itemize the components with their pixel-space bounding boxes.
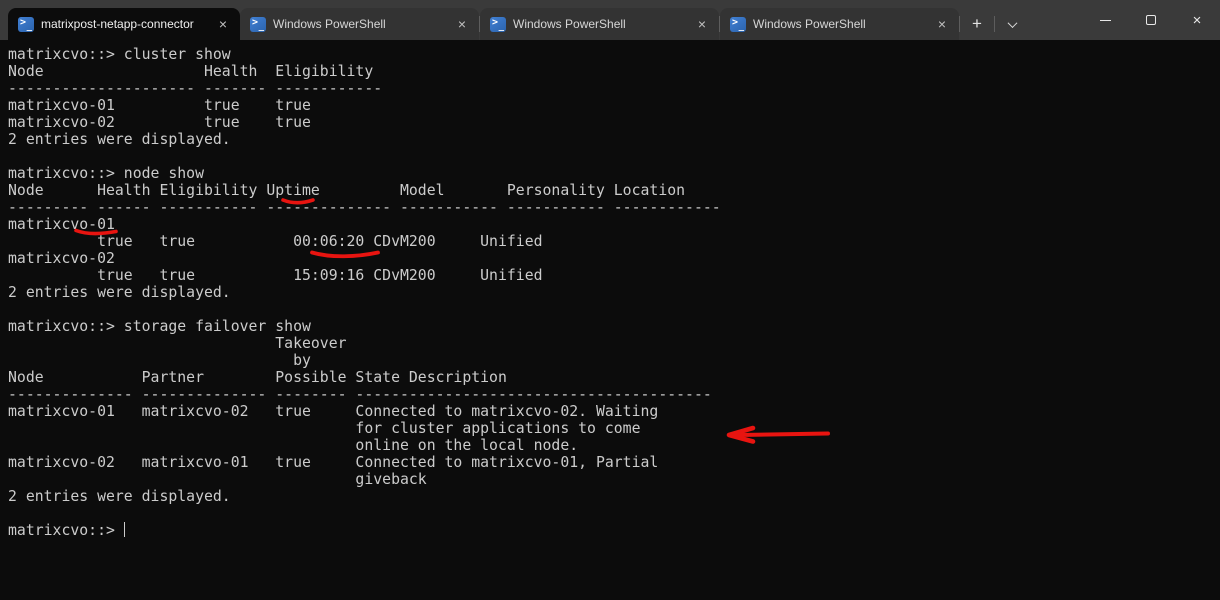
powershell-icon-chevron: > [20,16,27,28]
terminal-line: Node Health Eligibility Uptime Model Per… [8,182,686,199]
terminal-line: giveback [8,471,427,488]
tab-title: Windows PowerShell [513,17,626,31]
terminal-line: online on the local node. [8,437,579,454]
terminal-line: 2 entries were displayed. [8,284,231,301]
terminal-line: true true 00:06:20 CDvM200 Unified [8,233,543,250]
maximize-icon [1146,15,1156,25]
terminal-line: 2 entries were displayed. [8,131,231,148]
terminal-line: matrixcvo-01 matrixcvo-02 true Connected… [8,403,659,420]
tab-title: Windows PowerShell [273,17,386,31]
powershell-icon-chevron: > [252,16,259,28]
terminal-line: matrixcvo-02 [8,250,115,267]
text-cursor [123,522,126,537]
tab-matrixpost-netapp-connector[interactable]: > _ matrixpost-netapp-connector × [8,8,240,40]
powershell-icon-underscore: _ [738,21,744,32]
tab-dropdown-button[interactable] [995,8,1029,40]
terminal-line: -------------- -------------- -------- -… [8,386,712,403]
tab-windows-powershell-2[interactable]: > _ Windows PowerShell × [480,8,719,40]
terminal-line: --------------------- ------- ----------… [8,80,383,97]
terminal-window: > _ matrixpost-netapp-connector × > _ Wind… [0,0,1220,600]
powershell-icon: > _ [18,16,34,32]
terminal-line: for cluster applications to come [8,420,641,437]
terminal-line: --------- ------ ----------- -----------… [8,199,721,216]
powershell-icon: > _ [250,16,266,32]
tab-bar: > _ matrixpost-netapp-connector × > _ Wind… [0,0,1220,40]
terminal-line: matrixcvo::> cluster show [8,46,231,63]
terminal-line: matrixcvo-01 true true [8,97,311,114]
terminal-line: matrixcvo-01 [8,216,115,233]
powershell-icon-chevron: > [732,16,739,28]
powershell-icon: > _ [490,16,506,32]
powershell-icon-underscore: _ [258,21,264,32]
minimize-icon [1099,19,1111,21]
title-bar-drag-area [1029,0,1082,40]
close-tab-icon[interactable]: × [693,15,711,33]
plus-icon: + [972,14,982,33]
terminal-line: matrixcvo::> node show [8,165,204,182]
tab-title: matrixpost-netapp-connector [41,17,194,31]
maximize-button[interactable] [1128,0,1174,40]
tab-windows-powershell-3[interactable]: > _ Windows PowerShell × [720,8,959,40]
powershell-icon-chevron: > [492,16,499,28]
terminal-line: Takeover [8,335,347,352]
close-window-icon: × [1192,11,1202,29]
close-tab-icon[interactable]: × [453,15,471,33]
terminal-line: by [8,352,311,369]
tab-windows-powershell-1[interactable]: > _ Windows PowerShell × [240,8,479,40]
close-window-button[interactable]: × [1174,0,1220,40]
terminal-viewport[interactable]: matrixcvo::> cluster show Node Health El… [0,40,1220,600]
minimize-button[interactable] [1082,0,1128,40]
terminal-line: matrixcvo::> storage failover show [8,318,311,335]
terminal-line: matrixcvo-02 matrixcvo-01 true Connected… [8,454,659,471]
prompt-line[interactable]: matrixcvo::> [8,522,1220,539]
close-tab-icon[interactable]: × [933,15,951,33]
terminal-line: 2 entries were displayed. [8,488,231,505]
powershell-icon-underscore: _ [498,21,504,32]
powershell-icon-underscore: _ [26,21,32,32]
powershell-icon: > _ [730,16,746,32]
prompt-text: matrixcvo::> [8,522,124,539]
terminal-line: Node Health Eligibility [8,63,374,80]
terminal-line: matrixcvo-02 true true [8,114,311,131]
close-tab-icon[interactable]: × [214,15,232,33]
terminal-line: true true 15:09:16 CDvM200 Unified [8,267,543,284]
chevron-down-icon [1007,17,1017,28]
new-tab-button[interactable]: + [960,8,994,40]
terminal-line: Node Partner Possible State Description [8,369,507,386]
tab-title: Windows PowerShell [753,17,866,31]
